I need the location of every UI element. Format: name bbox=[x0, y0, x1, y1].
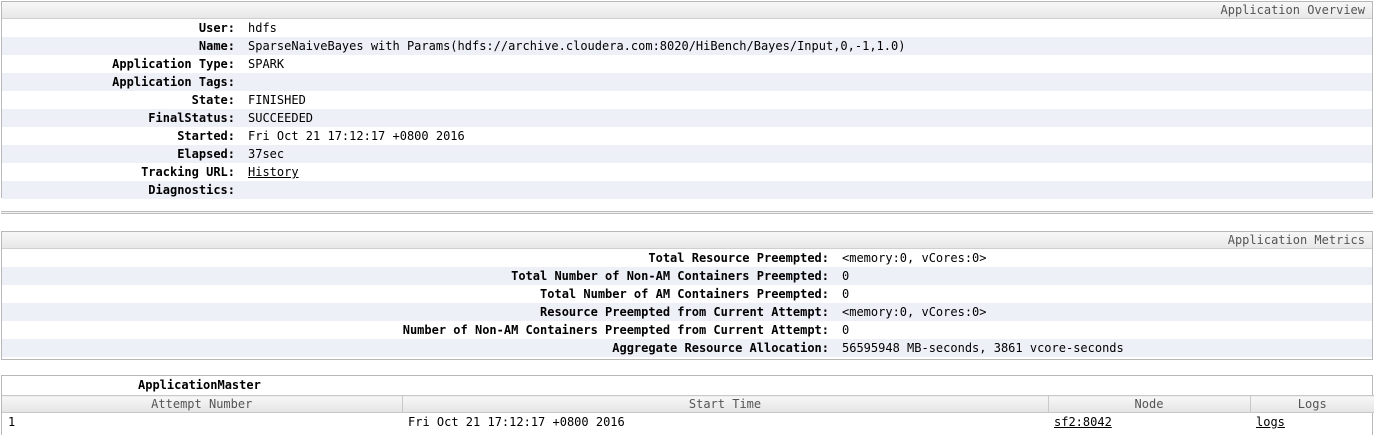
column-header-node[interactable]: Node bbox=[1048, 395, 1251, 413]
logs-link[interactable]: logs bbox=[1256, 415, 1285, 429]
application-master-table: Attempt Number Start Time Node Logs 1 Fr… bbox=[2, 395, 1374, 431]
metrics-row-aggregate-resource-allocation: Aggregate Resource Allocation: 56595948 … bbox=[2, 339, 1372, 357]
started-value: Fri Oct 21 17:12:17 +0800 2016 bbox=[248, 129, 465, 143]
node-link[interactable]: sf2:8042 bbox=[1054, 415, 1112, 429]
column-header-start-time[interactable]: Start Time bbox=[402, 395, 1049, 413]
application-tags-value bbox=[235, 73, 248, 91]
node-cell: sf2:8042 bbox=[1048, 413, 1250, 432]
overview-row-elapsed: Elapsed: 37sec bbox=[2, 145, 1372, 163]
final-status-label: FinalStatus: bbox=[148, 111, 235, 125]
start-time-cell: Fri Oct 21 17:12:17 +0800 2016 bbox=[408, 415, 625, 429]
final-status-value: SUCCEEDED bbox=[248, 111, 314, 125]
overview-row-application-tags: Application Tags: bbox=[2, 73, 1372, 91]
non-am-containers-preempted-value: 0 bbox=[842, 269, 850, 283]
tracking-url-history-link[interactable]: History bbox=[248, 165, 299, 179]
total-resource-preempted-value: <memory:0, vCores:0> bbox=[842, 251, 987, 265]
table-row: 1 Fri Oct 21 17:12:17 +0800 2016 sf2:804… bbox=[2, 413, 1374, 432]
application-overview-header: Application Overview bbox=[2, 2, 1372, 19]
section-divider bbox=[1, 211, 1373, 214]
application-metrics-header: Application Metrics bbox=[2, 232, 1372, 249]
non-am-preempted-current-attempt-value: 0 bbox=[842, 323, 850, 337]
name-value: SparseNaiveBayes with Params(hdfs://arch… bbox=[248, 39, 906, 53]
name-label: Name: bbox=[198, 39, 235, 53]
metrics-row-resource-preempted-current-attempt: Resource Preempted from Current Attempt:… bbox=[2, 303, 1372, 321]
table-header-row: Attempt Number Start Time Node Logs bbox=[2, 395, 1374, 413]
diagnostics-label: Diagnostics: bbox=[148, 183, 235, 197]
metrics-row-non-am-containers-preempted: Total Number of Non-AM Containers Preemp… bbox=[2, 267, 1372, 285]
elapsed-value: 37sec bbox=[248, 147, 285, 161]
application-type-value: SPARK bbox=[248, 57, 285, 71]
overview-row-diagnostics: Diagnostics: bbox=[2, 181, 1372, 199]
application-tags-label: Application Tags: bbox=[112, 75, 235, 89]
non-am-preempted-current-attempt-label: Number of Non-AM Containers Preempted fr… bbox=[402, 323, 829, 337]
resource-preempted-current-attempt-label: Resource Preempted from Current Attempt: bbox=[540, 305, 829, 319]
logs-cell: logs bbox=[1250, 413, 1374, 432]
non-am-containers-preempted-label: Total Number of Non-AM Containers Preemp… bbox=[511, 269, 829, 283]
application-overview-panel: Application Overview User: hdfs Name: Sp… bbox=[1, 1, 1373, 199]
state-label: State: bbox=[191, 93, 235, 107]
column-header-attempt-number[interactable]: Attempt Number bbox=[2, 395, 403, 413]
am-containers-preempted-value: 0 bbox=[842, 287, 850, 301]
am-containers-preempted-label: Total Number of AM Containers Preempted: bbox=[540, 287, 829, 301]
application-master-title: ApplicationMaster bbox=[138, 378, 261, 392]
tracking-url-value-cell: History bbox=[235, 163, 299, 181]
overview-row-name: Name: SparseNaiveBayes with Params(hdfs:… bbox=[2, 37, 1372, 55]
user-value: hdfs bbox=[248, 21, 277, 35]
application-master-panel: ApplicationMaster Attempt Number Start T… bbox=[1, 375, 1374, 435]
elapsed-label: Elapsed: bbox=[177, 147, 235, 161]
tracking-url-label: Tracking URL: bbox=[141, 165, 235, 179]
overview-row-state: State: FINISHED bbox=[2, 91, 1372, 109]
overview-row-tracking-url: Tracking URL: History bbox=[2, 163, 1372, 181]
state-value: FINISHED bbox=[248, 93, 306, 107]
application-metrics-panel: Application Metrics Total Resource Preem… bbox=[1, 231, 1373, 360]
diagnostics-value bbox=[235, 181, 248, 199]
metrics-row-am-containers-preempted: Total Number of AM Containers Preempted:… bbox=[2, 285, 1372, 303]
overview-row-application-type: Application Type: SPARK bbox=[2, 55, 1372, 73]
attempt-number-cell: 1 bbox=[8, 415, 16, 429]
column-header-logs[interactable]: Logs bbox=[1250, 395, 1374, 413]
application-type-label: Application Type: bbox=[112, 57, 235, 71]
started-label: Started: bbox=[177, 129, 235, 143]
total-resource-preempted-label: Total Resource Preempted: bbox=[648, 251, 829, 265]
resource-preempted-current-attempt-value: <memory:0, vCores:0> bbox=[842, 305, 987, 319]
user-label: User: bbox=[198, 21, 235, 35]
aggregate-resource-allocation-label: Aggregate Resource Allocation: bbox=[612, 341, 829, 355]
overview-row-final-status: FinalStatus: SUCCEEDED bbox=[2, 109, 1372, 127]
metrics-row-non-am-preempted-current-attempt: Number of Non-AM Containers Preempted fr… bbox=[2, 321, 1372, 339]
aggregate-resource-allocation-value: 56595948 MB-seconds, 3861 vcore-seconds bbox=[842, 341, 1124, 355]
overview-row-started: Started: Fri Oct 21 17:12:17 +0800 2016 bbox=[2, 127, 1372, 145]
overview-row-user: User: hdfs bbox=[2, 19, 1372, 37]
metrics-row-total-resource-preempted: Total Resource Preempted: <memory:0, vCo… bbox=[2, 249, 1372, 267]
